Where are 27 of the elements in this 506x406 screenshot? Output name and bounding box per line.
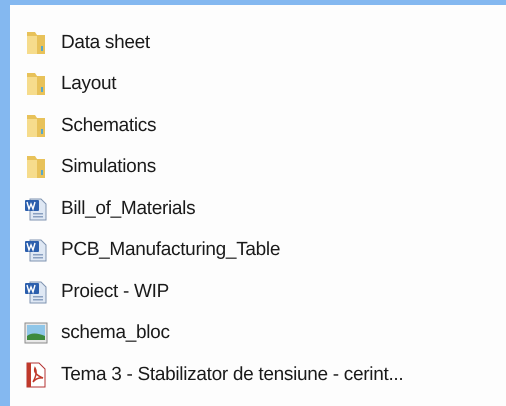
document-icon: [24, 280, 48, 304]
file-name: Schematics: [61, 114, 156, 138]
file-name: Layout: [61, 72, 116, 96]
image-file-icon: [24, 322, 48, 344]
folder-icon: [25, 154, 47, 180]
file-name: PCB_Manufacturing_Table: [61, 238, 280, 262]
file-name: Tema 3 - Stabilizator de tensiune - cerint...: [61, 362, 404, 386]
file-item[interactable]: PCB_Manufacturing_Table: [21, 230, 506, 271]
file-name: Proiect - WIP: [61, 280, 170, 304]
folder-icon: [25, 112, 47, 139]
pdf-icon: [25, 362, 47, 388]
file-name: Data sheet: [61, 30, 150, 54]
folder-icon: [25, 71, 47, 98]
file-item[interactable]: Simulations: [21, 146, 506, 188]
file-item[interactable]: Layout: [21, 64, 506, 105]
folder-icon: [25, 30, 47, 56]
document-icon: [24, 196, 48, 221]
document-icon: [24, 238, 48, 262]
file-item[interactable]: Data sheet: [21, 22, 506, 64]
file-item[interactable]: Tema 3 - Stabilizator de tensiune - cerint...: [21, 354, 506, 396]
file-name: Bill_of_Materials: [61, 196, 196, 220]
file-item[interactable]: Schematics: [21, 105, 506, 146]
file-item[interactable]: Bill_of_Materials: [21, 188, 506, 230]
file-item[interactable]: schema_bloc: [21, 312, 506, 354]
file-name: Simulations: [61, 155, 156, 179]
file-item[interactable]: Proiect - WIP: [21, 271, 506, 312]
file-name: schema_bloc: [61, 321, 170, 345]
